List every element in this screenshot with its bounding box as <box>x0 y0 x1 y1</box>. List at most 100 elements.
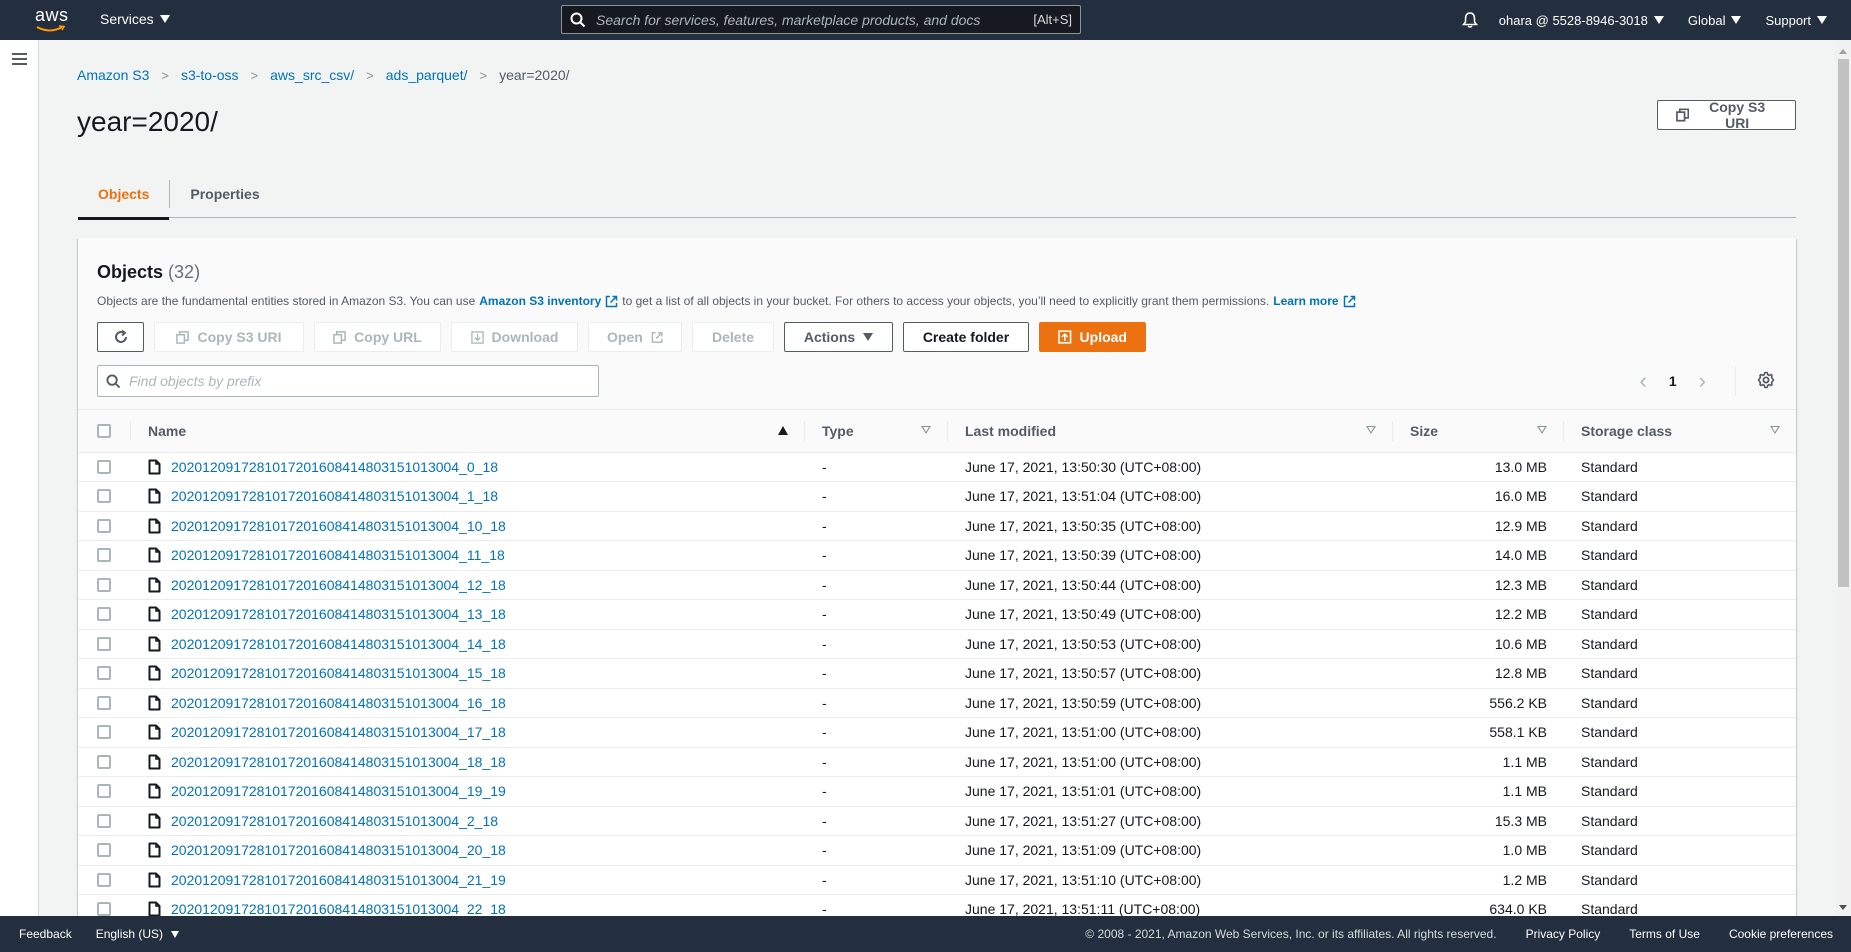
row-checkbox[interactable] <box>97 607 111 622</box>
row-checkbox[interactable] <box>97 725 111 740</box>
table-row[interactable]: 2020120917281017201608414803151013004_13… <box>78 600 1796 629</box>
object-name-link[interactable]: 2020120917281017201608414803151013004_21… <box>171 872 506 888</box>
download-label: Download <box>491 329 559 345</box>
table-row[interactable]: 2020120917281017201608414803151013004_16… <box>78 688 1796 718</box>
row-checkbox[interactable] <box>97 754 111 769</box>
services-menu[interactable]: Services <box>100 11 170 27</box>
object-name-link[interactable]: 2020120917281017201608414803151013004_13… <box>171 606 506 622</box>
delete-button[interactable]: Delete <box>692 322 774 352</box>
sort-icon[interactable] <box>1537 426 1547 434</box>
aws-logo[interactable]: aws <box>34 5 70 35</box>
object-name-link[interactable]: 2020120917281017201608414803151013004_20… <box>171 842 506 858</box>
object-name-link[interactable]: 2020120917281017201608414803151013004_22… <box>171 901 506 917</box>
page-scrollbar[interactable] <box>1835 40 1851 916</box>
object-name-link[interactable]: 2020120917281017201608414803151013004_14… <box>171 636 506 652</box>
object-name-link[interactable]: 2020120917281017201608414803151013004_1_… <box>171 488 498 504</box>
object-name-link[interactable]: 2020120917281017201608414803151013004_15… <box>171 665 506 681</box>
row-checkbox[interactable] <box>97 666 111 681</box>
table-row[interactable]: 2020120917281017201608414803151013004_21… <box>78 865 1796 895</box>
table-row[interactable]: 2020120917281017201608414803151013004_11… <box>78 541 1796 570</box>
actions-dropdown[interactable]: Actions <box>784 322 893 352</box>
sort-icon[interactable] <box>921 426 931 434</box>
table-row[interactable]: 2020120917281017201608414803151013004_12… <box>78 570 1796 600</box>
table-row[interactable]: 2020120917281017201608414803151013004_10… <box>78 511 1796 541</box>
learn-more-link[interactable]: Learn more <box>1273 294 1355 308</box>
row-checkbox[interactable] <box>97 872 111 887</box>
terms-of-use-link[interactable]: Terms of Use <box>1629 927 1700 941</box>
row-checkbox[interactable] <box>97 489 111 504</box>
row-checkbox[interactable] <box>97 459 111 474</box>
table-row[interactable]: 2020120917281017201608414803151013004_14… <box>78 629 1796 659</box>
row-checkbox[interactable] <box>97 518 111 533</box>
object-name-link[interactable]: 2020120917281017201608414803151013004_0_… <box>171 459 498 475</box>
row-checkbox[interactable] <box>97 784 111 799</box>
preferences-gear-icon[interactable] <box>1750 364 1782 396</box>
scroll-up-arrow-icon[interactable] <box>1839 49 1847 54</box>
tab-properties[interactable]: Properties <box>170 170 279 218</box>
copy-s3-uri-toolbar-button[interactable]: Copy S3 URI <box>154 322 304 352</box>
breadcrumb-amazon-s3[interactable]: Amazon S3 <box>77 67 149 83</box>
sort-icon[interactable] <box>1366 426 1376 434</box>
support-menu[interactable]: Support <box>1765 13 1827 28</box>
feedback-link[interactable]: Feedback <box>19 927 72 941</box>
hamburger-menu-icon[interactable] <box>12 53 27 65</box>
find-objects-input[interactable] <box>129 373 598 389</box>
find-objects-search[interactable] <box>97 365 599 397</box>
breadcrumb-bucket[interactable]: s3-to-oss <box>181 67 239 83</box>
table-row[interactable]: 2020120917281017201608414803151013004_17… <box>78 718 1796 747</box>
row-checkbox[interactable] <box>97 695 111 710</box>
scrollbar-thumb[interactable] <box>1838 59 1849 587</box>
column-header-last-modified[interactable]: Last modified <box>947 410 1392 453</box>
copy-url-button[interactable]: Copy URL <box>314 322 441 352</box>
region-menu[interactable]: Global <box>1688 13 1742 28</box>
row-checkbox[interactable] <box>97 636 111 651</box>
privacy-policy-link[interactable]: Privacy Policy <box>1526 927 1601 941</box>
account-menu[interactable]: ohara @ 5528-8946-3018 <box>1499 13 1664 28</box>
column-header-storage-class[interactable]: Storage class <box>1563 410 1796 453</box>
object-name-link[interactable]: 2020120917281017201608414803151013004_11… <box>171 547 505 563</box>
object-name-link[interactable]: 2020120917281017201608414803151013004_10… <box>171 518 506 534</box>
global-search[interactable]: Search for services, features, marketpla… <box>561 5 1081 34</box>
table-row[interactable]: 2020120917281017201608414803151013004_2_… <box>78 806 1796 836</box>
upload-button[interactable]: Upload <box>1039 322 1146 352</box>
page-number[interactable]: 1 <box>1669 373 1677 389</box>
breadcrumb-folder-aws-src-csv[interactable]: aws_src_csv/ <box>270 67 354 83</box>
table-row[interactable]: 2020120917281017201608414803151013004_19… <box>78 777 1796 806</box>
object-name-link[interactable]: 2020120917281017201608414803151013004_19… <box>171 783 506 799</box>
sort-icon[interactable] <box>1770 426 1780 434</box>
language-selector[interactable]: English (US) <box>96 927 180 941</box>
sort-ascending-icon[interactable] <box>778 426 788 435</box>
object-name-link[interactable]: 2020120917281017201608414803151013004_17… <box>171 724 506 740</box>
cookie-preferences-link[interactable]: Cookie preferences <box>1729 927 1833 941</box>
object-name-link[interactable]: 2020120917281017201608414803151013004_16… <box>171 695 506 711</box>
object-name-link[interactable]: 2020120917281017201608414803151013004_12… <box>171 577 506 593</box>
table-row[interactable]: 2020120917281017201608414803151013004_20… <box>78 836 1796 865</box>
row-checkbox[interactable] <box>97 577 111 592</box>
next-page-icon[interactable]: › <box>1699 368 1706 394</box>
table-row[interactable]: 2020120917281017201608414803151013004_18… <box>78 747 1796 777</box>
table-row[interactable]: 2020120917281017201608414803151013004_1_… <box>78 482 1796 511</box>
download-button[interactable]: Download <box>451 322 578 352</box>
previous-page-icon[interactable]: ‹ <box>1640 368 1647 394</box>
row-checkbox[interactable] <box>97 902 111 917</box>
refresh-button[interactable] <box>97 322 144 352</box>
open-button[interactable]: Open <box>588 322 682 352</box>
breadcrumb-folder-ads-parquet[interactable]: ads_parquet/ <box>386 67 468 83</box>
copy-s3-uri-button[interactable]: Copy S3 URI <box>1657 99 1796 131</box>
column-header-name[interactable]: Name <box>130 410 804 453</box>
tab-objects[interactable]: Objects <box>78 170 170 220</box>
notification-bell-icon[interactable] <box>1461 11 1479 29</box>
row-checkbox[interactable] <box>97 813 111 828</box>
create-folder-button[interactable]: Create folder <box>903 322 1029 352</box>
table-row[interactable]: 2020120917281017201608414803151013004_0_… <box>78 452 1796 482</box>
object-name-link[interactable]: 2020120917281017201608414803151013004_18… <box>171 754 506 770</box>
row-checkbox[interactable] <box>97 548 111 563</box>
select-all-checkbox[interactable] <box>97 423 111 438</box>
column-header-size[interactable]: Size <box>1392 410 1563 453</box>
scroll-down-arrow-icon[interactable] <box>1839 905 1847 910</box>
row-checkbox[interactable] <box>97 843 111 858</box>
object-name-link[interactable]: 2020120917281017201608414803151013004_2_… <box>171 813 498 829</box>
table-row[interactable]: 2020120917281017201608414803151013004_15… <box>78 659 1796 688</box>
s3-inventory-link[interactable]: Amazon S3 inventory <box>479 294 618 308</box>
column-header-type[interactable]: Type <box>804 410 947 453</box>
